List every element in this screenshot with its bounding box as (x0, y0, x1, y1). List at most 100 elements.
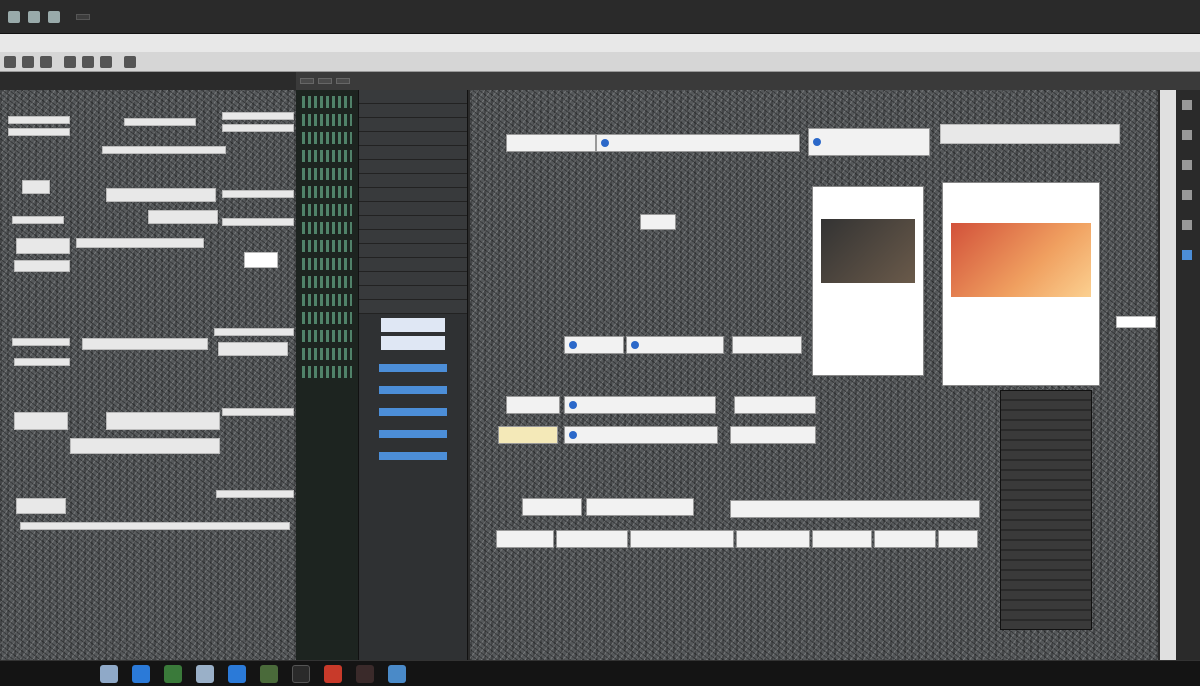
new-icon[interactable] (4, 55, 16, 68)
widget-chip[interactable] (808, 128, 930, 156)
panel-box (16, 238, 70, 254)
widget-chip[interactable] (938, 530, 978, 548)
tab[interactable] (336, 78, 350, 84)
widget-chip[interactable] (586, 498, 694, 516)
widget-chip[interactable] (498, 426, 558, 444)
widget-chip[interactable] (564, 426, 718, 444)
widget-chip[interactable] (506, 396, 560, 414)
list-item[interactable] (359, 244, 467, 258)
preview-card[interactable] (942, 182, 1100, 386)
list-item[interactable] (359, 286, 467, 300)
card-text (813, 283, 923, 287)
paste-icon[interactable] (100, 55, 112, 68)
app-icon[interactable] (324, 664, 342, 683)
widget-chip[interactable] (564, 396, 716, 414)
app-icon[interactable] (132, 664, 150, 683)
panel-box (148, 210, 218, 224)
list-item[interactable] (359, 188, 467, 202)
globe-icon (601, 139, 609, 147)
dock-icon[interactable] (1182, 190, 1192, 200)
app-icon[interactable] (356, 664, 374, 683)
list-item[interactable] (359, 272, 467, 286)
toolbar (0, 52, 1200, 72)
preview-card[interactable] (812, 186, 924, 376)
list-item[interactable] (359, 132, 467, 146)
list-item[interactable] (359, 118, 467, 132)
app-icon[interactable] (164, 664, 182, 683)
list-item[interactable] (359, 300, 467, 314)
widget-chip[interactable] (732, 336, 802, 354)
menu-bar (0, 34, 1200, 52)
widget-chip[interactable] (736, 530, 810, 548)
dock-icon[interactable] (1182, 250, 1192, 260)
selected-item[interactable] (381, 318, 445, 332)
selection-bar[interactable] (379, 364, 447, 372)
dock-icon[interactable] (1182, 160, 1192, 170)
selected-item[interactable] (381, 336, 445, 350)
panel-box (218, 342, 288, 356)
widget-chip[interactable] (812, 530, 872, 548)
list-item[interactable] (359, 160, 467, 174)
panel-bar (8, 116, 70, 124)
list-item[interactable] (359, 202, 467, 216)
list-item[interactable] (359, 216, 467, 230)
list-item[interactable] (359, 90, 467, 104)
widget-chip[interactable] (874, 530, 936, 548)
code-line (302, 96, 352, 108)
run-icon[interactable] (124, 55, 136, 68)
widget-chip[interactable] (730, 500, 980, 518)
forward-icon[interactable] (48, 10, 60, 23)
selection-bar[interactable] (379, 408, 447, 416)
dock-icon[interactable] (1182, 220, 1192, 230)
dock-icon[interactable] (1182, 100, 1192, 110)
widget-chip[interactable] (564, 336, 624, 354)
path-field[interactable] (76, 13, 90, 20)
card-image (821, 219, 915, 283)
tab[interactable] (300, 78, 314, 84)
code-line (302, 258, 352, 270)
selection-bar[interactable] (379, 430, 447, 438)
app-icon[interactable] (100, 664, 118, 683)
list-item[interactable] (359, 230, 467, 244)
vertical-scrollbar[interactable] (1160, 90, 1176, 660)
search-bar[interactable] (940, 124, 1120, 144)
widget-chip[interactable] (626, 336, 724, 354)
widget-chip[interactable] (496, 530, 554, 548)
app-icon[interactable] (228, 664, 246, 683)
widget-chip[interactable] (734, 396, 816, 414)
panel-field[interactable] (244, 252, 278, 268)
app-icon[interactable] (388, 664, 406, 683)
widget-chip[interactable] (506, 134, 596, 152)
selection-bar[interactable] (379, 452, 447, 460)
cursor-widget[interactable] (640, 214, 676, 230)
widget-chip[interactable] (596, 134, 800, 152)
copy-icon[interactable] (82, 55, 94, 68)
widget-chip[interactable] (730, 426, 816, 444)
code-line (302, 222, 352, 234)
list-item[interactable] (359, 104, 467, 118)
list-item[interactable] (359, 146, 467, 160)
panel-box (70, 438, 220, 454)
widget-chip[interactable] (556, 530, 628, 548)
back-icon[interactable] (28, 10, 40, 23)
save-icon[interactable] (40, 55, 52, 68)
widget-chip[interactable] (630, 530, 734, 548)
widget-chip[interactable] (522, 498, 582, 516)
list-item[interactable] (359, 258, 467, 272)
dock-icon[interactable] (1182, 130, 1192, 140)
code-line (302, 312, 352, 324)
tab[interactable] (318, 78, 332, 84)
open-icon[interactable] (22, 55, 34, 68)
side-field[interactable] (1116, 316, 1156, 328)
code-line (302, 240, 352, 252)
selection-bar[interactable] (379, 386, 447, 394)
code-line (302, 366, 352, 378)
code-line (302, 294, 352, 306)
design-canvas[interactable] (470, 90, 1158, 660)
app-icon[interactable] (196, 664, 214, 683)
list-item[interactable] (359, 174, 467, 188)
app-icon[interactable] (292, 664, 310, 683)
cut-icon[interactable] (64, 55, 76, 68)
globe-icon (569, 431, 577, 439)
app-icon[interactable] (260, 664, 278, 683)
